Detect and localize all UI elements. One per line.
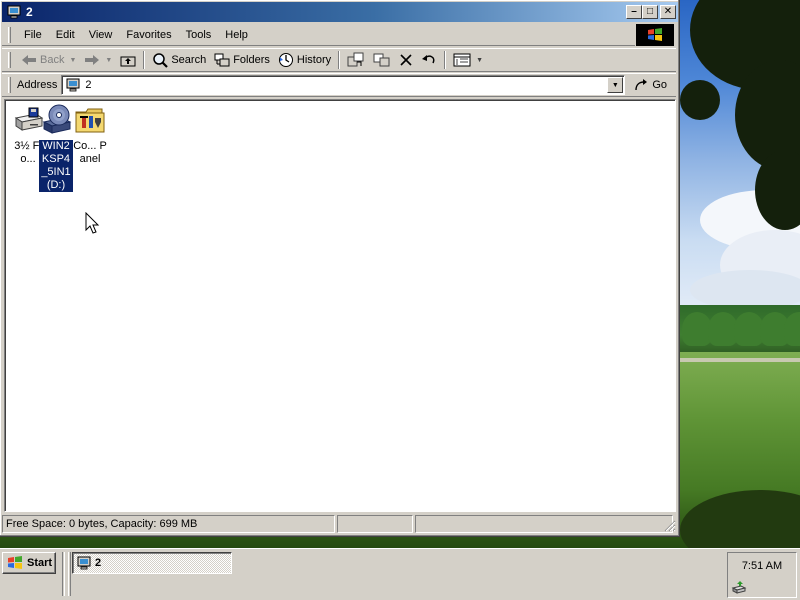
wallpaper-path bbox=[680, 358, 800, 362]
toolbar-separator bbox=[143, 51, 146, 69]
delete-button[interactable] bbox=[395, 49, 417, 71]
copy-to-button[interactable] bbox=[369, 49, 395, 71]
file-item-control-panel[interactable]: Co... Panel bbox=[72, 104, 108, 166]
back-button[interactable]: Back ▼ bbox=[17, 49, 80, 71]
windows-logo bbox=[636, 24, 674, 46]
taskbar-grip[interactable] bbox=[68, 552, 71, 596]
history-button[interactable]: History bbox=[274, 49, 335, 71]
address-bar: Address 2 ▼ Go bbox=[2, 73, 676, 97]
wallpaper-cloud bbox=[690, 270, 800, 310]
toolbar-separator bbox=[444, 51, 447, 69]
folders-label: Folders bbox=[233, 54, 270, 66]
undo-icon bbox=[422, 55, 435, 64]
address-dropdown-button[interactable]: ▼ bbox=[607, 77, 624, 93]
status-bar: Free Space: 0 bytes, Capacity: 699 MB bbox=[2, 514, 678, 534]
copy-to-icon bbox=[373, 53, 390, 67]
up-folder-button[interactable] bbox=[116, 49, 140, 71]
start-label: Start bbox=[27, 557, 53, 569]
minimize-button[interactable]: – bbox=[626, 5, 642, 19]
back-label: Back bbox=[40, 54, 65, 66]
network-icon[interactable] bbox=[731, 579, 747, 595]
move-to-icon bbox=[347, 52, 364, 67]
go-button[interactable]: Go bbox=[633, 78, 667, 92]
maximize-button[interactable]: □ bbox=[642, 5, 658, 19]
windows-flag-icon bbox=[648, 28, 662, 41]
menu-edit[interactable]: Edit bbox=[49, 26, 82, 44]
menu-view[interactable]: View bbox=[82, 26, 120, 44]
folders-button[interactable]: Folders bbox=[210, 49, 274, 71]
cd-drive-icon bbox=[42, 104, 72, 134]
taskbar-window-button[interactable]: 2 bbox=[72, 552, 232, 574]
computer-icon bbox=[66, 78, 80, 92]
address-value: 2 bbox=[85, 79, 92, 91]
history-icon bbox=[278, 53, 293, 67]
maximize-icon: □ bbox=[646, 6, 654, 17]
start-button[interactable]: Start bbox=[2, 552, 56, 574]
back-arrow-icon bbox=[22, 55, 36, 65]
search-icon bbox=[153, 53, 169, 68]
computer-icon bbox=[7, 5, 21, 19]
menu-favorites[interactable]: Favorites bbox=[119, 26, 178, 44]
windows-flag-icon bbox=[8, 556, 22, 569]
views-icon bbox=[453, 53, 471, 67]
close-button[interactable]: ✕ bbox=[660, 5, 676, 19]
file-list-pane[interactable]: 3½ Flo... WIN2KSP4_5IN1 (D:) Co... Panel bbox=[4, 99, 676, 512]
status-text: Free Space: 0 bytes, Capacity: 699 MB bbox=[6, 518, 198, 530]
toolbar-separator bbox=[338, 51, 341, 69]
history-label: History bbox=[296, 54, 332, 66]
status-panel-right bbox=[415, 515, 673, 533]
clock[interactable]: 7:51 AM bbox=[728, 560, 796, 572]
mouse-cursor-icon bbox=[85, 212, 100, 234]
go-label: Go bbox=[652, 79, 668, 91]
taskbar: Start 2 7:51 AM bbox=[0, 548, 800, 600]
status-panel-middle bbox=[337, 515, 413, 533]
toolbar-grip[interactable] bbox=[8, 52, 11, 68]
file-item-cd-drive[interactable]: WIN2KSP4_5IN1 (D:) bbox=[38, 104, 74, 192]
address-input[interactable]: 2 ▼ bbox=[61, 75, 626, 95]
views-dropdown-icon[interactable]: ▼ bbox=[476, 57, 483, 64]
taskbar-separator bbox=[62, 552, 65, 596]
forward-dropdown-icon[interactable]: ▼ bbox=[105, 57, 112, 64]
standard-toolbar: Back ▼ ▼ Search Folders History ▼ bbox=[2, 48, 676, 72]
search-button[interactable]: Search bbox=[148, 49, 210, 71]
file-label: WIN2KSP4_5IN1 (D:) bbox=[39, 140, 73, 192]
forward-button[interactable]: ▼ bbox=[80, 49, 116, 71]
taskbar-window-label: 2 bbox=[95, 557, 102, 569]
up-folder-icon bbox=[120, 56, 136, 67]
views-button[interactable]: ▼ bbox=[449, 49, 487, 71]
menu-file[interactable]: File bbox=[17, 26, 49, 44]
title-bar[interactable]: 2 – □ ✕ bbox=[2, 2, 678, 22]
forward-arrow-icon bbox=[85, 55, 100, 65]
delete-icon bbox=[400, 54, 412, 66]
go-arrow-icon bbox=[635, 79, 648, 91]
menubar-grip[interactable] bbox=[8, 26, 11, 43]
close-icon: ✕ bbox=[663, 6, 673, 17]
address-label: Address bbox=[17, 79, 58, 91]
window-title: 2 bbox=[26, 5, 33, 19]
menu-bar: File Edit View Favorites Tools Help bbox=[2, 24, 635, 46]
chevron-down-icon: ▼ bbox=[611, 81, 619, 89]
file-label: Co... Panel bbox=[73, 140, 107, 165]
folders-icon bbox=[214, 53, 230, 67]
addressbar-grip[interactable] bbox=[8, 77, 11, 93]
undo-button[interactable] bbox=[417, 49, 441, 71]
wallpaper-foliage bbox=[680, 80, 720, 120]
minimize-icon: – bbox=[631, 6, 637, 17]
explorer-window[interactable]: 2 – □ ✕ File Edit View Favorites Tools H… bbox=[0, 0, 680, 537]
menu-help[interactable]: Help bbox=[218, 26, 255, 44]
control-panel-icon bbox=[75, 108, 105, 133]
status-panel-main: Free Space: 0 bytes, Capacity: 699 MB bbox=[2, 515, 335, 533]
resize-grip-icon[interactable] bbox=[664, 520, 676, 532]
menu-tools[interactable]: Tools bbox=[179, 26, 219, 44]
system-tray: 7:51 AM bbox=[727, 552, 797, 598]
computer-icon bbox=[77, 556, 91, 570]
back-dropdown-icon[interactable]: ▼ bbox=[69, 57, 76, 64]
move-to-button[interactable] bbox=[343, 49, 369, 71]
search-label: Search bbox=[171, 54, 207, 66]
